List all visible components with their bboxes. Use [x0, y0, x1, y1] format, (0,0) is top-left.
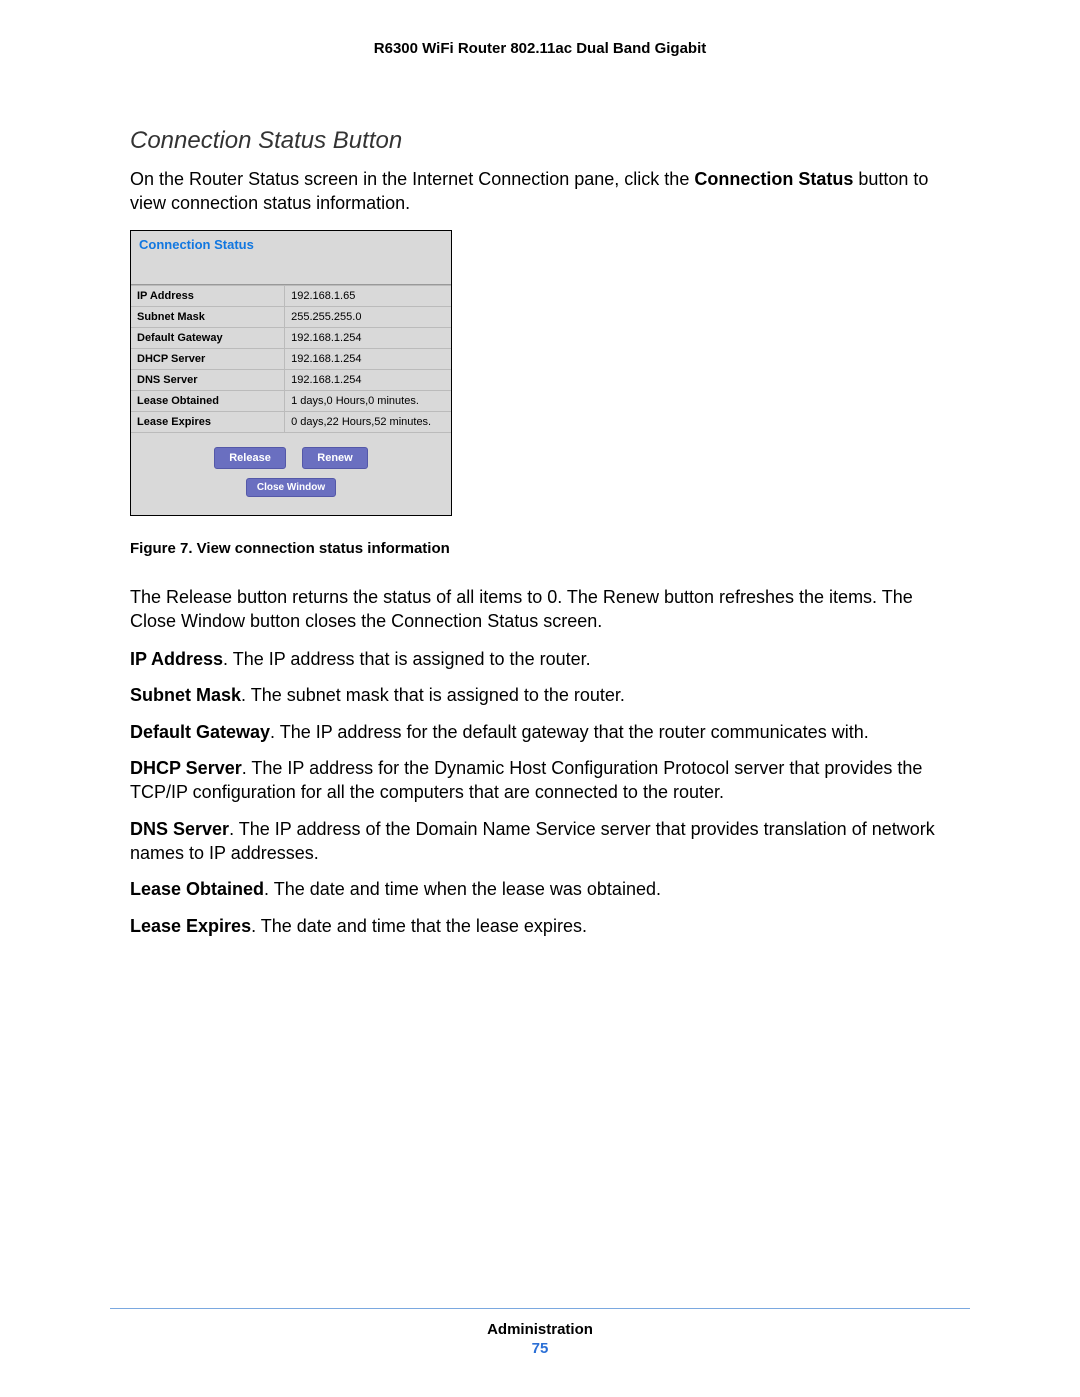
table-row: DNS Server 192.168.1.254: [131, 369, 451, 390]
definition-term: Lease Expires: [130, 916, 251, 936]
row-value: 255.255.255.0: [285, 306, 451, 327]
row-value: 192.168.1.254: [285, 348, 451, 369]
row-value: 192.168.1.254: [285, 327, 451, 348]
definition-term: DNS Server: [130, 819, 229, 839]
definition-term: Subnet Mask: [130, 685, 241, 705]
definition-item: DHCP Server. The IP address for the Dyna…: [130, 756, 950, 805]
footer-page-number: 75: [110, 1340, 970, 1357]
definition-desc: . The date and time that the lease expir…: [251, 916, 587, 936]
connection-status-dialog: Connection Status IP Address 192.168.1.6…: [130, 230, 452, 516]
definition-desc: . The IP address that is assigned to the…: [223, 649, 591, 669]
close-window-button[interactable]: Close Window: [246, 478, 336, 497]
definition-desc: . The subnet mask that is assigned to th…: [241, 685, 625, 705]
table-row: Lease Obtained 1 days,0 Hours,0 minutes.: [131, 390, 451, 411]
dialog-button-row: Release Renew Close Window: [131, 433, 451, 515]
row-label: DHCP Server: [131, 348, 285, 369]
release-button[interactable]: Release: [214, 447, 286, 469]
row-value: 0 days,22 Hours,52 minutes.: [285, 411, 451, 432]
document-header: R6300 WiFi Router 802.11ac Dual Band Gig…: [130, 40, 950, 57]
definition-desc: . The IP address for the Dynamic Host Co…: [130, 758, 922, 802]
row-value: 192.168.1.65: [285, 285, 451, 306]
renew-button[interactable]: Renew: [302, 447, 367, 469]
footer-section-label: Administration: [110, 1321, 970, 1338]
row-label: Lease Obtained: [131, 390, 285, 411]
definition-desc: . The IP address of the Domain Name Serv…: [130, 819, 935, 863]
table-row: Lease Expires 0 days,22 Hours,52 minutes…: [131, 411, 451, 432]
definition-item: IP Address. The IP address that is assig…: [130, 647, 950, 671]
intro-paragraph: On the Router Status screen in the Inter…: [130, 167, 950, 216]
definition-item: Subnet Mask. The subnet mask that is ass…: [130, 683, 950, 707]
page-footer: Administration 75: [110, 1308, 970, 1357]
table-row: IP Address 192.168.1.65: [131, 285, 451, 306]
table-row: Subnet Mask 255.255.255.0: [131, 306, 451, 327]
definition-item: DNS Server. The IP address of the Domain…: [130, 817, 950, 866]
definition-item: Default Gateway. The IP address for the …: [130, 720, 950, 744]
row-label: Lease Expires: [131, 411, 285, 432]
intro-bold: Connection Status: [694, 169, 853, 189]
row-value: 1 days,0 Hours,0 minutes.: [285, 390, 451, 411]
definition-term: DHCP Server: [130, 758, 242, 778]
definition-term: Lease Obtained: [130, 879, 264, 899]
definition-desc: . The date and time when the lease was o…: [264, 879, 661, 899]
manual-page: R6300 WiFi Router 802.11ac Dual Band Gig…: [0, 0, 1080, 1397]
row-label: IP Address: [131, 285, 285, 306]
definition-term: Default Gateway: [130, 722, 270, 742]
dialog-title: Connection Status: [131, 231, 451, 285]
table-row: DHCP Server 192.168.1.254: [131, 348, 451, 369]
definition-desc: . The IP address for the default gateway…: [270, 722, 869, 742]
definition-item: Lease Expires. The date and time that th…: [130, 914, 950, 938]
section-title: Connection Status Button: [130, 127, 950, 155]
row-value: 192.168.1.254: [285, 369, 451, 390]
row-label: Subnet Mask: [131, 306, 285, 327]
figure-caption: Figure 7. View connection status informa…: [130, 540, 950, 557]
post-figure-paragraph: The Release button returns the status of…: [130, 585, 950, 634]
definition-term: IP Address: [130, 649, 223, 669]
table-row: Default Gateway 192.168.1.254: [131, 327, 451, 348]
definition-item: Lease Obtained. The date and time when t…: [130, 877, 950, 901]
connection-status-table: IP Address 192.168.1.65 Subnet Mask 255.…: [131, 285, 451, 433]
row-label: Default Gateway: [131, 327, 285, 348]
intro-before: On the Router Status screen in the Inter…: [130, 169, 694, 189]
row-label: DNS Server: [131, 369, 285, 390]
